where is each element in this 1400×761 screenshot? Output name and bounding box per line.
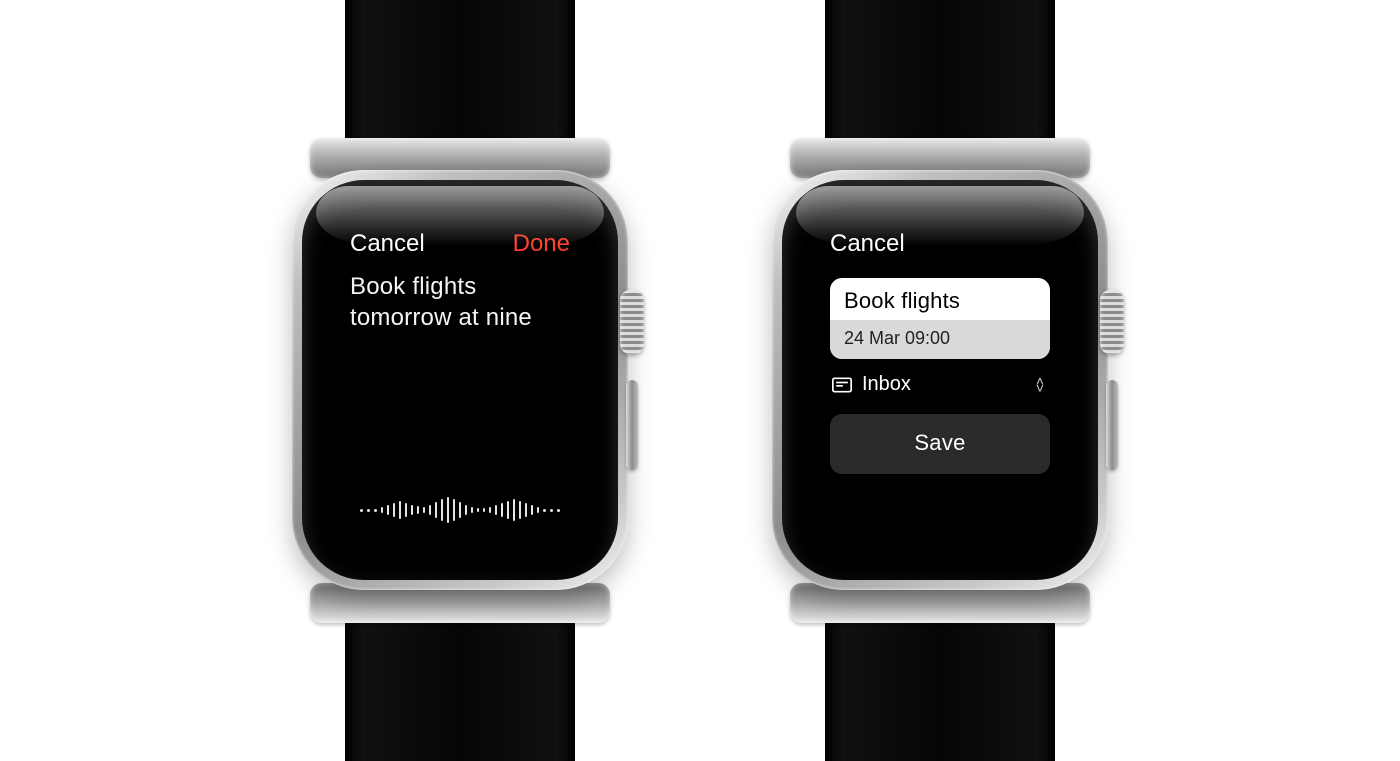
- task-screen: Cancel Book flights 24 Mar 09:00 I: [808, 206, 1072, 554]
- watch-mockup-pair: Cancel Done Book flights tomorrow at nin…: [0, 0, 1400, 761]
- nav-bar: Cancel Done: [350, 230, 570, 258]
- cancel-button[interactable]: Cancel: [830, 230, 905, 258]
- watch-bezel: Cancel Book flights 24 Mar 09:00 I: [782, 180, 1098, 580]
- dictation-screen: Cancel Done Book flights tomorrow at nin…: [328, 206, 592, 554]
- task-date: 24 Mar 09:00: [830, 320, 1050, 359]
- chevron-updown-icon: ˄˅: [1036, 378, 1044, 392]
- list-picker[interactable]: Inbox ˄˅: [830, 359, 1050, 406]
- nav-bar: Cancel: [830, 230, 1050, 258]
- watch-dictation: Cancel Done Book flights tomorrow at nin…: [280, 0, 640, 761]
- watch-bezel: Cancel Done Book flights tomorrow at nin…: [302, 180, 618, 580]
- dictation-text: Book flights tomorrow at nine: [350, 272, 570, 333]
- task-title: Book flights: [830, 278, 1050, 320]
- save-button[interactable]: Save: [830, 414, 1050, 474]
- side-button[interactable]: [626, 380, 638, 470]
- digital-crown[interactable]: [1100, 290, 1124, 354]
- watch-case: Cancel Book flights 24 Mar 09:00 I: [772, 170, 1108, 590]
- list-label: Inbox: [862, 373, 1026, 396]
- done-button[interactable]: Done: [513, 230, 570, 258]
- inbox-icon: [832, 377, 852, 393]
- dictation-waveform-icon: [350, 492, 570, 534]
- cancel-button[interactable]: Cancel: [350, 230, 425, 258]
- task-card[interactable]: Book flights 24 Mar 09:00: [830, 278, 1050, 359]
- watch-task: Cancel Book flights 24 Mar 09:00 I: [760, 0, 1120, 761]
- watch-case: Cancel Done Book flights tomorrow at nin…: [292, 170, 628, 590]
- side-button[interactable]: [1106, 380, 1118, 470]
- digital-crown[interactable]: [620, 290, 644, 354]
